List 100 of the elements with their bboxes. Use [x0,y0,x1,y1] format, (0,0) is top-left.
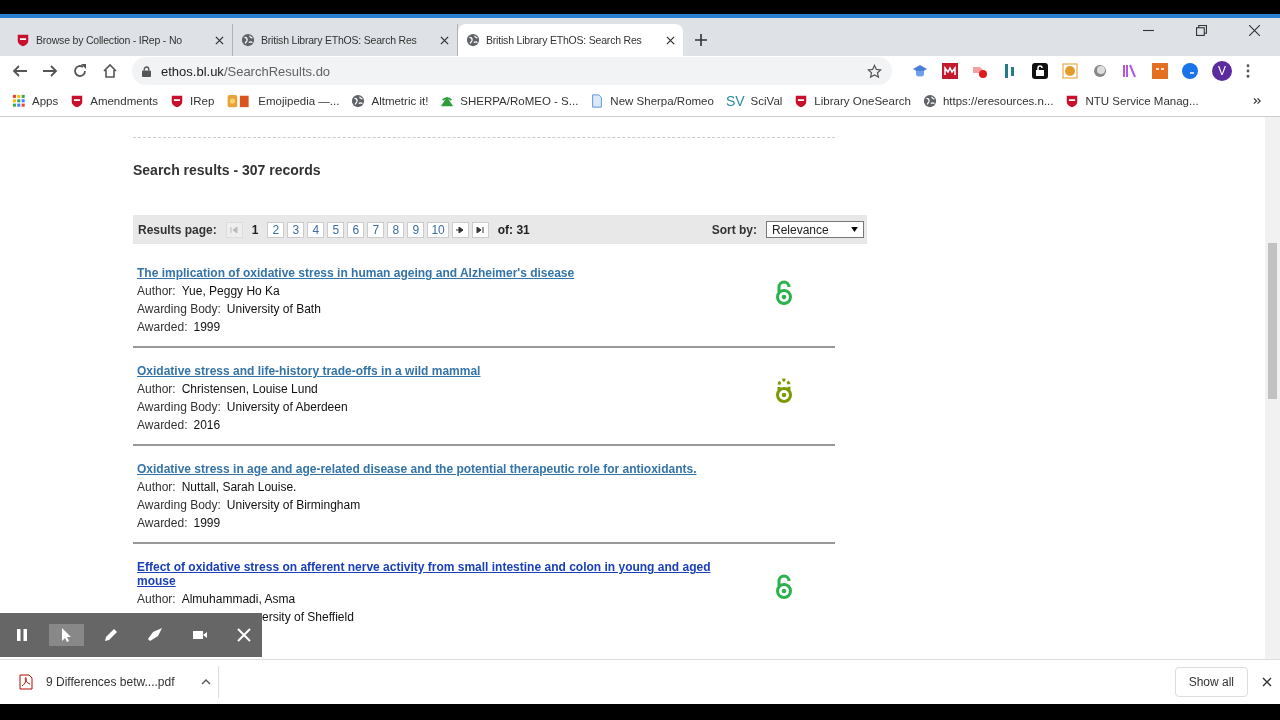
field-value: University of Birmingham [226,498,361,512]
page-button[interactable]: 4 [307,221,325,238]
restore-icon[interactable] [1196,25,1207,36]
field-value: Christensen, Louise Lund [181,382,318,396]
reload-icon[interactable] [72,63,88,79]
shield-icon [794,94,809,108]
shield-icon [1065,94,1080,108]
globe-icon [241,33,255,47]
field-label: Awarded: [137,418,188,432]
menu-icon[interactable] [1246,64,1250,78]
pointer-icon[interactable] [48,624,84,646]
field-value: Yue, Peggy Ho Ka [181,284,280,298]
close-window-icon[interactable] [1249,25,1260,36]
field-value: 1999 [193,516,221,530]
forward-icon[interactable] [42,63,58,79]
graduation-cap-icon[interactable] [912,63,928,79]
page-button[interactable]: 3 [287,221,305,238]
profile-avatar[interactable]: V [1212,61,1232,81]
globe-icon [466,33,480,47]
address-bar[interactable]: ethos.bl.uk/SearchResults.do [132,57,892,85]
extension-icon[interactable] [942,63,958,79]
result-title-link[interactable]: Oxidative stress in age and age-related disease and the potential therapeutic role for antioxidants. [137,462,732,476]
field-value: ersity of Sheffield [261,610,354,624]
download-item[interactable]: 9 Differences betw....pdf [18,666,219,698]
field-value: Nuttall, Sarah Louise. [181,480,297,494]
field-label: Awarded: [137,320,188,334]
bookmark[interactable]: New Sherpa/Romeo [590,94,714,108]
page-button[interactable]: 6 [347,221,365,238]
star-icon[interactable] [867,63,882,79]
globe-icon [351,94,366,108]
books-icon[interactable] [1122,63,1138,79]
field-label: Awarding Body: [137,400,221,414]
document-icon [590,94,605,108]
result-title-link[interactable]: Oxidative stress and life-history trade-offs in a wild mammal [137,364,732,378]
result-title-link[interactable]: Effect of oxidative stress on afferent nerve activity from small intestine and colon in young and aged mouse [137,560,732,588]
field-label: Awarded: [137,516,188,530]
page-button[interactable]: 5 [327,221,345,238]
scival-logo: SV [725,93,745,109]
close-icon[interactable] [1262,677,1272,687]
more-bookmarks-icon[interactable] [1253,97,1262,105]
result-title-link[interactable]: The implication of oxidative stress in human ageing and Alzheimer's disease [137,266,732,280]
close-icon[interactable] [666,35,675,45]
lock-icon [142,65,151,77]
field-label: Author: [137,382,176,396]
caret-icon [851,227,858,232]
globe-icon [922,94,937,108]
unlock-icon[interactable] [1032,63,1048,79]
field-value: Almuhammadi, Asma [181,592,296,606]
field-label: Author: [137,284,176,298]
pdf-file-icon [18,674,34,690]
page-button[interactable]: 2 [267,221,285,238]
field-value: University of Aberdeen [226,400,348,414]
bookmark[interactable]: https://eresources.n... [922,94,1054,108]
home-icon[interactable] [102,63,118,79]
mountain-icon [440,94,455,108]
page-button[interactable]: 9 [407,221,425,238]
page-button[interactable]: 10 [427,221,449,238]
field-value: 1999 [193,320,221,334]
show-all-button[interactable]: Show all [1174,667,1248,697]
sort-label: Sort by: [711,222,757,237]
page-total: of: 31 [497,222,530,237]
pager-label: Results page: [138,222,217,237]
last-page-button[interactable] [471,221,489,238]
open-lock-icon [773,574,794,600]
url-text: ethos.bl.uk/SearchResults.do [161,63,332,79]
page-button[interactable]: 7 [367,221,385,238]
apps-icon [12,94,26,108]
shield-icon [16,33,30,47]
extension-icon[interactable] [1182,63,1198,79]
close-icon[interactable] [215,35,224,45]
current-page: 1 [251,222,259,237]
bookmark[interactable]: Altmetric it! [351,94,429,108]
browser-tab[interactable]: Browse by Collection - IRep - No [8,24,233,56]
browser-tab[interactable]: British Library EThOS: Search Res [458,24,683,56]
bookmark[interactable]: NTU Service Manag... [1065,94,1199,108]
shield-icon [70,94,85,108]
bookmark[interactable]: Emojipedia —... [226,94,340,108]
last-page-icon [476,226,485,233]
back-icon[interactable] [12,63,28,79]
chevron-up-icon[interactable] [200,679,211,685]
new-tab-icon[interactable] [695,34,707,46]
next-page-icon [456,226,465,233]
bookmark[interactable]: SV SciVal [725,93,783,109]
bookmark[interactable]: IRep [170,94,215,108]
field-label: Awarding Body: [137,302,221,316]
results-heading: Search results - 307 records [133,162,322,178]
sort-dropdown[interactable]: Relevance [766,221,864,238]
extension-icon[interactable] [1092,63,1108,79]
bookmark[interactable]: Amendments [70,94,158,108]
shield-icon [170,94,184,108]
bookmark[interactable]: Apps [12,94,59,108]
close-icon[interactable] [440,35,449,45]
first-page-icon [230,226,239,233]
page-button[interactable]: 8 [387,221,405,238]
bookmark[interactable]: SHERPA/RoMEO - S... [440,94,579,108]
field-label: Author: [137,592,176,606]
open-lock-icon [773,280,794,306]
bookmark[interactable]: Library OneSearch [794,94,911,108]
next-page-button[interactable] [451,221,469,238]
scrollbar[interactable] [1265,117,1280,659]
